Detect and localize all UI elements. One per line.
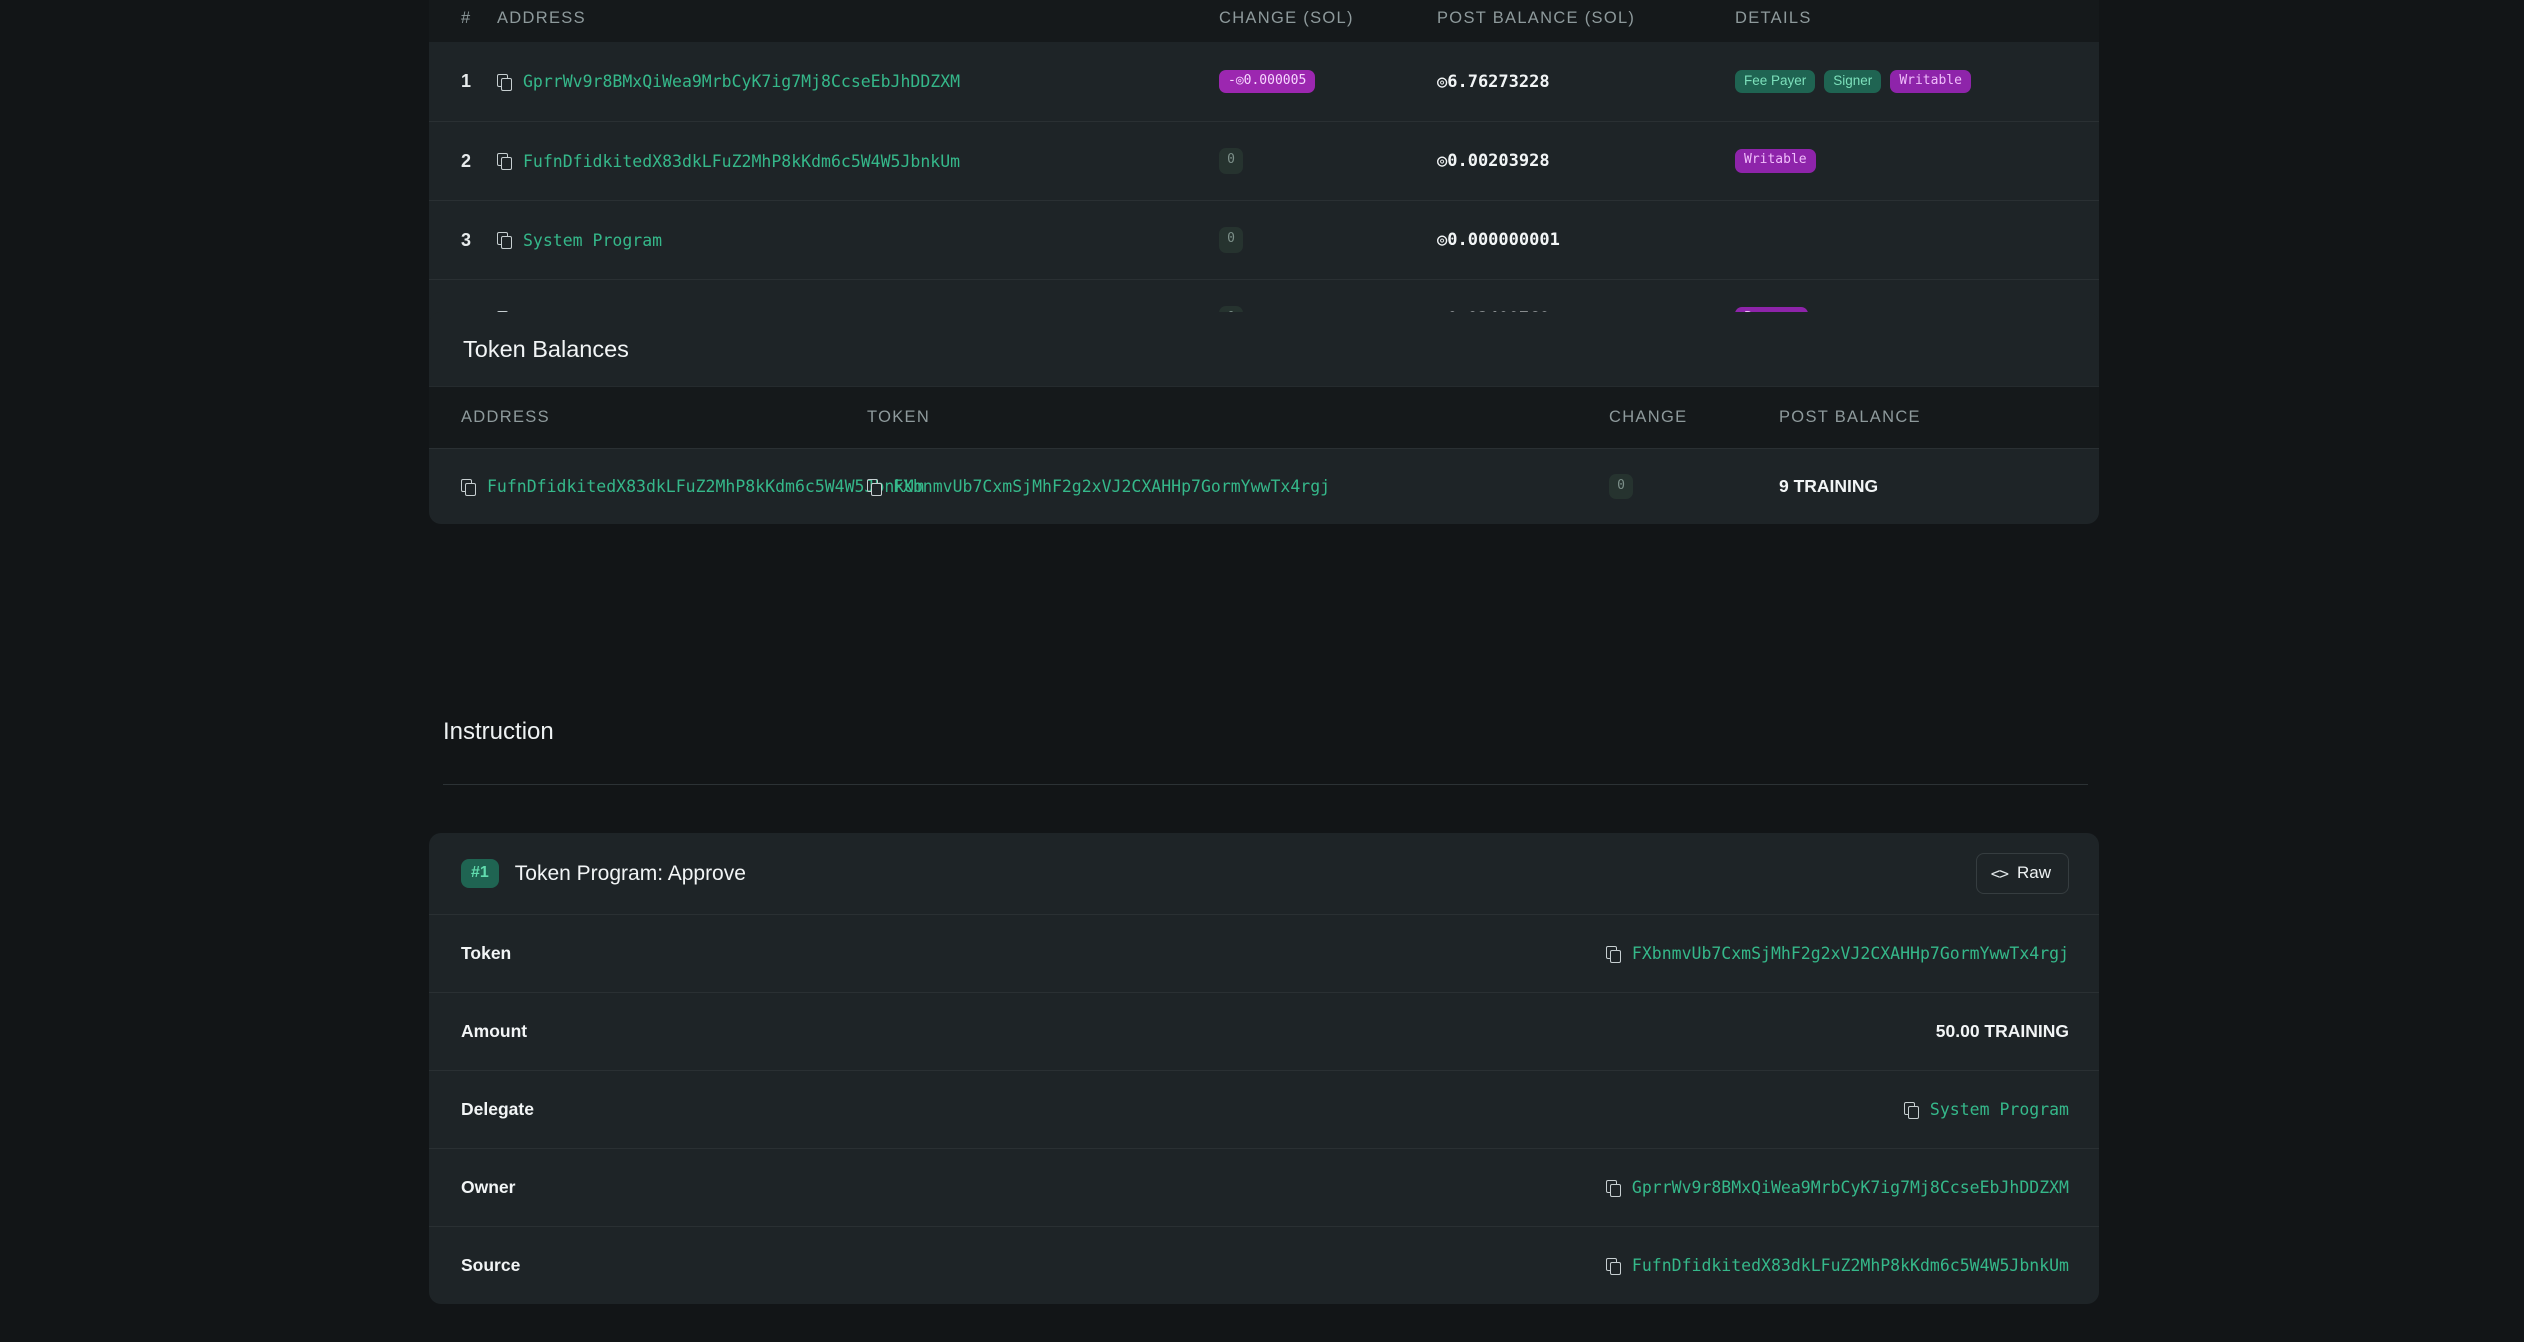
address-link[interactable]: FXbnmvUb7CxmSjMhF2g2xVJ2CXAHHp7GormYwwTx… <box>1632 944 2069 963</box>
change-badge: 0 <box>1219 148 1243 174</box>
address-link[interactable]: GprrWv9r8BMxQiWea9MrbCyK7ig7Mj8CcseEbJhD… <box>1632 1178 2069 1197</box>
transaction-details-page: # ADDRESS CHANGE (SOL) POST BALANCE (SOL… <box>0 0 2524 1342</box>
column-header-post-balance: POST BALANCE (SOL) <box>1437 9 1636 27</box>
token-change-cell: 0 <box>1609 473 1779 500</box>
token-balances-header: Token Balances <box>429 312 2099 386</box>
post-balance-cell: ◎0.00203928 <box>1437 151 1735 171</box>
instruction-title-group: #1 Token Program: Approve <box>461 859 746 888</box>
instruction-row: Amount 50.00 TRAINING <box>429 992 2099 1070</box>
row-index: 3 <box>461 229 472 250</box>
change-badge: -◎0.000005 <box>1219 69 1316 94</box>
copy-icon[interactable] <box>1903 1101 1919 1119</box>
raw-button[interactable]: <> Raw <box>1975 853 2069 894</box>
code-icon: <> <box>1990 863 2009 883</box>
token-balances-column-headers: ADDRESS TOKEN CHANGE POST BALANCE <box>429 386 2099 448</box>
token-post-balance-cell: 9 TRAINING <box>1779 476 2099 497</box>
token-mint-cell: FXbnmvUb7CxmSjMhF2g2xVJ2CXAHHp7GormYwwTx… <box>867 477 1609 496</box>
address-cell: GprrWv9r8BMxQiWea9MrbCyK7ig7Mj8CcseEbJhD… <box>497 72 1219 91</box>
tb-column-header-post-balance: POST BALANCE <box>1779 408 1921 426</box>
details-cell: Fee Payer Signer Writable <box>1735 69 2099 94</box>
post-balance-value: ◎6.76273228 <box>1437 71 1550 92</box>
instruction-row-value: FufnDfidkitedX83dkLFuZ2MhP8kKdm6c5W4W5Jb… <box>1605 1256 2069 1275</box>
copy-icon[interactable] <box>867 478 882 496</box>
instruction-divider <box>443 784 2088 785</box>
change-badge: 0 <box>1219 227 1243 253</box>
token-balances-title: Token Balances <box>463 335 629 362</box>
instruction-row-value: 50.00 TRAINING <box>1936 1021 2069 1042</box>
column-header-index: # <box>461 9 472 27</box>
instruction-row: Owner GprrWv9r8BMxQiWea9MrbCyK7ig7Mj8Ccse… <box>429 1148 2099 1226</box>
instruction-card: #1 Token Program: Approve <> Raw Token FX… <box>429 833 2099 1304</box>
address-link[interactable]: FXbnmvUb7CxmSjMhF2g2xVJ2CXAHHp7GormYwwTx… <box>893 477 1330 496</box>
table-row: 3 System Program 0 ◎0.000000001 <box>429 200 2099 279</box>
post-balance-value: ◎0.00203928 <box>1437 151 1550 171</box>
instruction-card-header: #1 Token Program: Approve <> Raw <box>429 833 2099 914</box>
copy-icon[interactable] <box>497 232 512 249</box>
table-row: FufnDfidkitedX83dkLFuZ2MhP8kKdm6c5W4W5Jb… <box>429 448 2099 524</box>
instruction-row: Delegate System Program <box>429 1070 2099 1148</box>
detail-badge: Writable <box>1735 149 1816 173</box>
account-inputs-table: # ADDRESS CHANGE (SOL) POST BALANCE (SOL… <box>429 0 2099 358</box>
instruction-row-label: Owner <box>461 1177 516 1197</box>
address-link[interactable]: GprrWv9r8BMxQiWea9MrbCyK7ig7Mj8CcseEbJhD… <box>523 72 960 91</box>
instruction-index-badge: #1 <box>461 859 499 888</box>
table-row: 1 GprrWv9r8BMxQiWea9MrbCyK7ig7Mj8CcseEbJh… <box>429 42 2099 121</box>
instruction-amount-value: 50.00 TRAINING <box>1935 1021 2069 1041</box>
instruction-name: Token Program: Approve <box>514 861 746 885</box>
account-table-header: # ADDRESS CHANGE (SOL) POST BALANCE (SOL… <box>429 0 2099 42</box>
copy-icon[interactable] <box>461 478 476 496</box>
instruction-row-label: Source <box>461 1255 521 1275</box>
tb-column-header-address: ADDRESS <box>461 408 550 426</box>
instruction-row: Source FufnDfidkitedX83dkLFuZ2MhP8kKdm6c5… <box>429 1226 2099 1304</box>
address-link[interactable]: FufnDfidkitedX83dkLFuZ2MhP8kKdm6c5W4W5Jb… <box>1632 1256 2069 1275</box>
token-holder-address-cell: FufnDfidkitedX83dkLFuZ2MhP8kKdm6c5W4W5Jb… <box>429 477 924 496</box>
copy-icon[interactable] <box>1605 1257 1621 1275</box>
copy-icon[interactable] <box>1605 945 1621 963</box>
change-cell: 0 <box>1219 227 1437 253</box>
post-balance-cell: ◎6.76273228 <box>1437 72 1735 92</box>
token-balances-body: FufnDfidkitedX83dkLFuZ2MhP8kKdm6c5W4W5Jb… <box>429 448 2099 524</box>
table-row: 2 FufnDfidkitedX83dkLFuZ2MhP8kKdm6c5W4W5J… <box>429 121 2099 200</box>
address-link[interactable]: FufnDfidkitedX83dkLFuZ2MhP8kKdm6c5W4W5Jb… <box>487 477 924 496</box>
row-index: 2 <box>461 150 472 171</box>
column-header-change: CHANGE (SOL) <box>1219 9 1354 27</box>
address-link[interactable]: System Program <box>1930 1100 2069 1119</box>
detail-badge: Fee Payer <box>1735 69 1816 94</box>
post-balance-cell: ◎0.000000001 <box>1437 230 1735 250</box>
instruction-row-label: Delegate <box>461 1099 534 1119</box>
account-table-body: 1 GprrWv9r8BMxQiWea9MrbCyK7ig7Mj8CcseEbJh… <box>429 42 2099 358</box>
instruction-row-value: System Program <box>1903 1100 2069 1119</box>
instruction-heading-text: Instruction <box>443 718 554 745</box>
address-cell: FufnDfidkitedX83dkLFuZ2MhP8kKdm6c5W4W5Jb… <box>497 152 1219 171</box>
detail-badge: Writable <box>1890 69 1971 94</box>
token-balances-card: Token Balances ADDRESS TOKEN CHANGE POST… <box>429 312 2099 524</box>
instruction-row-label: Amount <box>461 1021 528 1041</box>
post-balance-value: ◎0.000000001 <box>1437 230 1560 250</box>
change-badge: 0 <box>1609 473 1633 500</box>
address-cell: System Program <box>497 231 1219 250</box>
instruction-row-value: GprrWv9r8BMxQiWea9MrbCyK7ig7Mj8CcseEbJhD… <box>1605 1178 2069 1197</box>
change-cell: -◎0.000005 <box>1219 69 1437 94</box>
instruction-section-heading: Instruction <box>443 718 2088 785</box>
copy-icon[interactable] <box>497 73 512 91</box>
details-cell: Writable <box>1735 149 2099 173</box>
row-index: 1 <box>461 71 472 91</box>
address-link[interactable]: System Program <box>523 231 662 250</box>
copy-icon[interactable] <box>497 153 512 170</box>
column-header-details: DETAILS <box>1735 9 1812 27</box>
column-header-address: ADDRESS <box>497 9 586 27</box>
raw-button-label: Raw <box>2016 863 2051 882</box>
detail-badge: Signer <box>1824 69 1882 94</box>
token-post-balance-value: 9 TRAINING <box>1779 476 1879 496</box>
change-cell: 0 <box>1219 148 1437 174</box>
address-link[interactable]: FufnDfidkitedX83dkLFuZ2MhP8kKdm6c5W4W5Jb… <box>523 152 960 171</box>
tb-column-header-token: TOKEN <box>867 408 931 426</box>
instruction-row-value: FXbnmvUb7CxmSjMhF2g2xVJ2CXAHHp7GormYwwTx… <box>1605 944 2069 963</box>
instruction-row-label: Token <box>461 943 512 963</box>
instruction-row: Token FXbnmvUb7CxmSjMhF2g2xVJ2CXAHHp7Gorm… <box>429 914 2099 992</box>
instruction-rows: Token FXbnmvUb7CxmSjMhF2g2xVJ2CXAHHp7Gorm… <box>429 914 2099 1304</box>
tb-column-header-change: CHANGE <box>1609 408 1688 426</box>
copy-icon[interactable] <box>1605 1179 1621 1197</box>
